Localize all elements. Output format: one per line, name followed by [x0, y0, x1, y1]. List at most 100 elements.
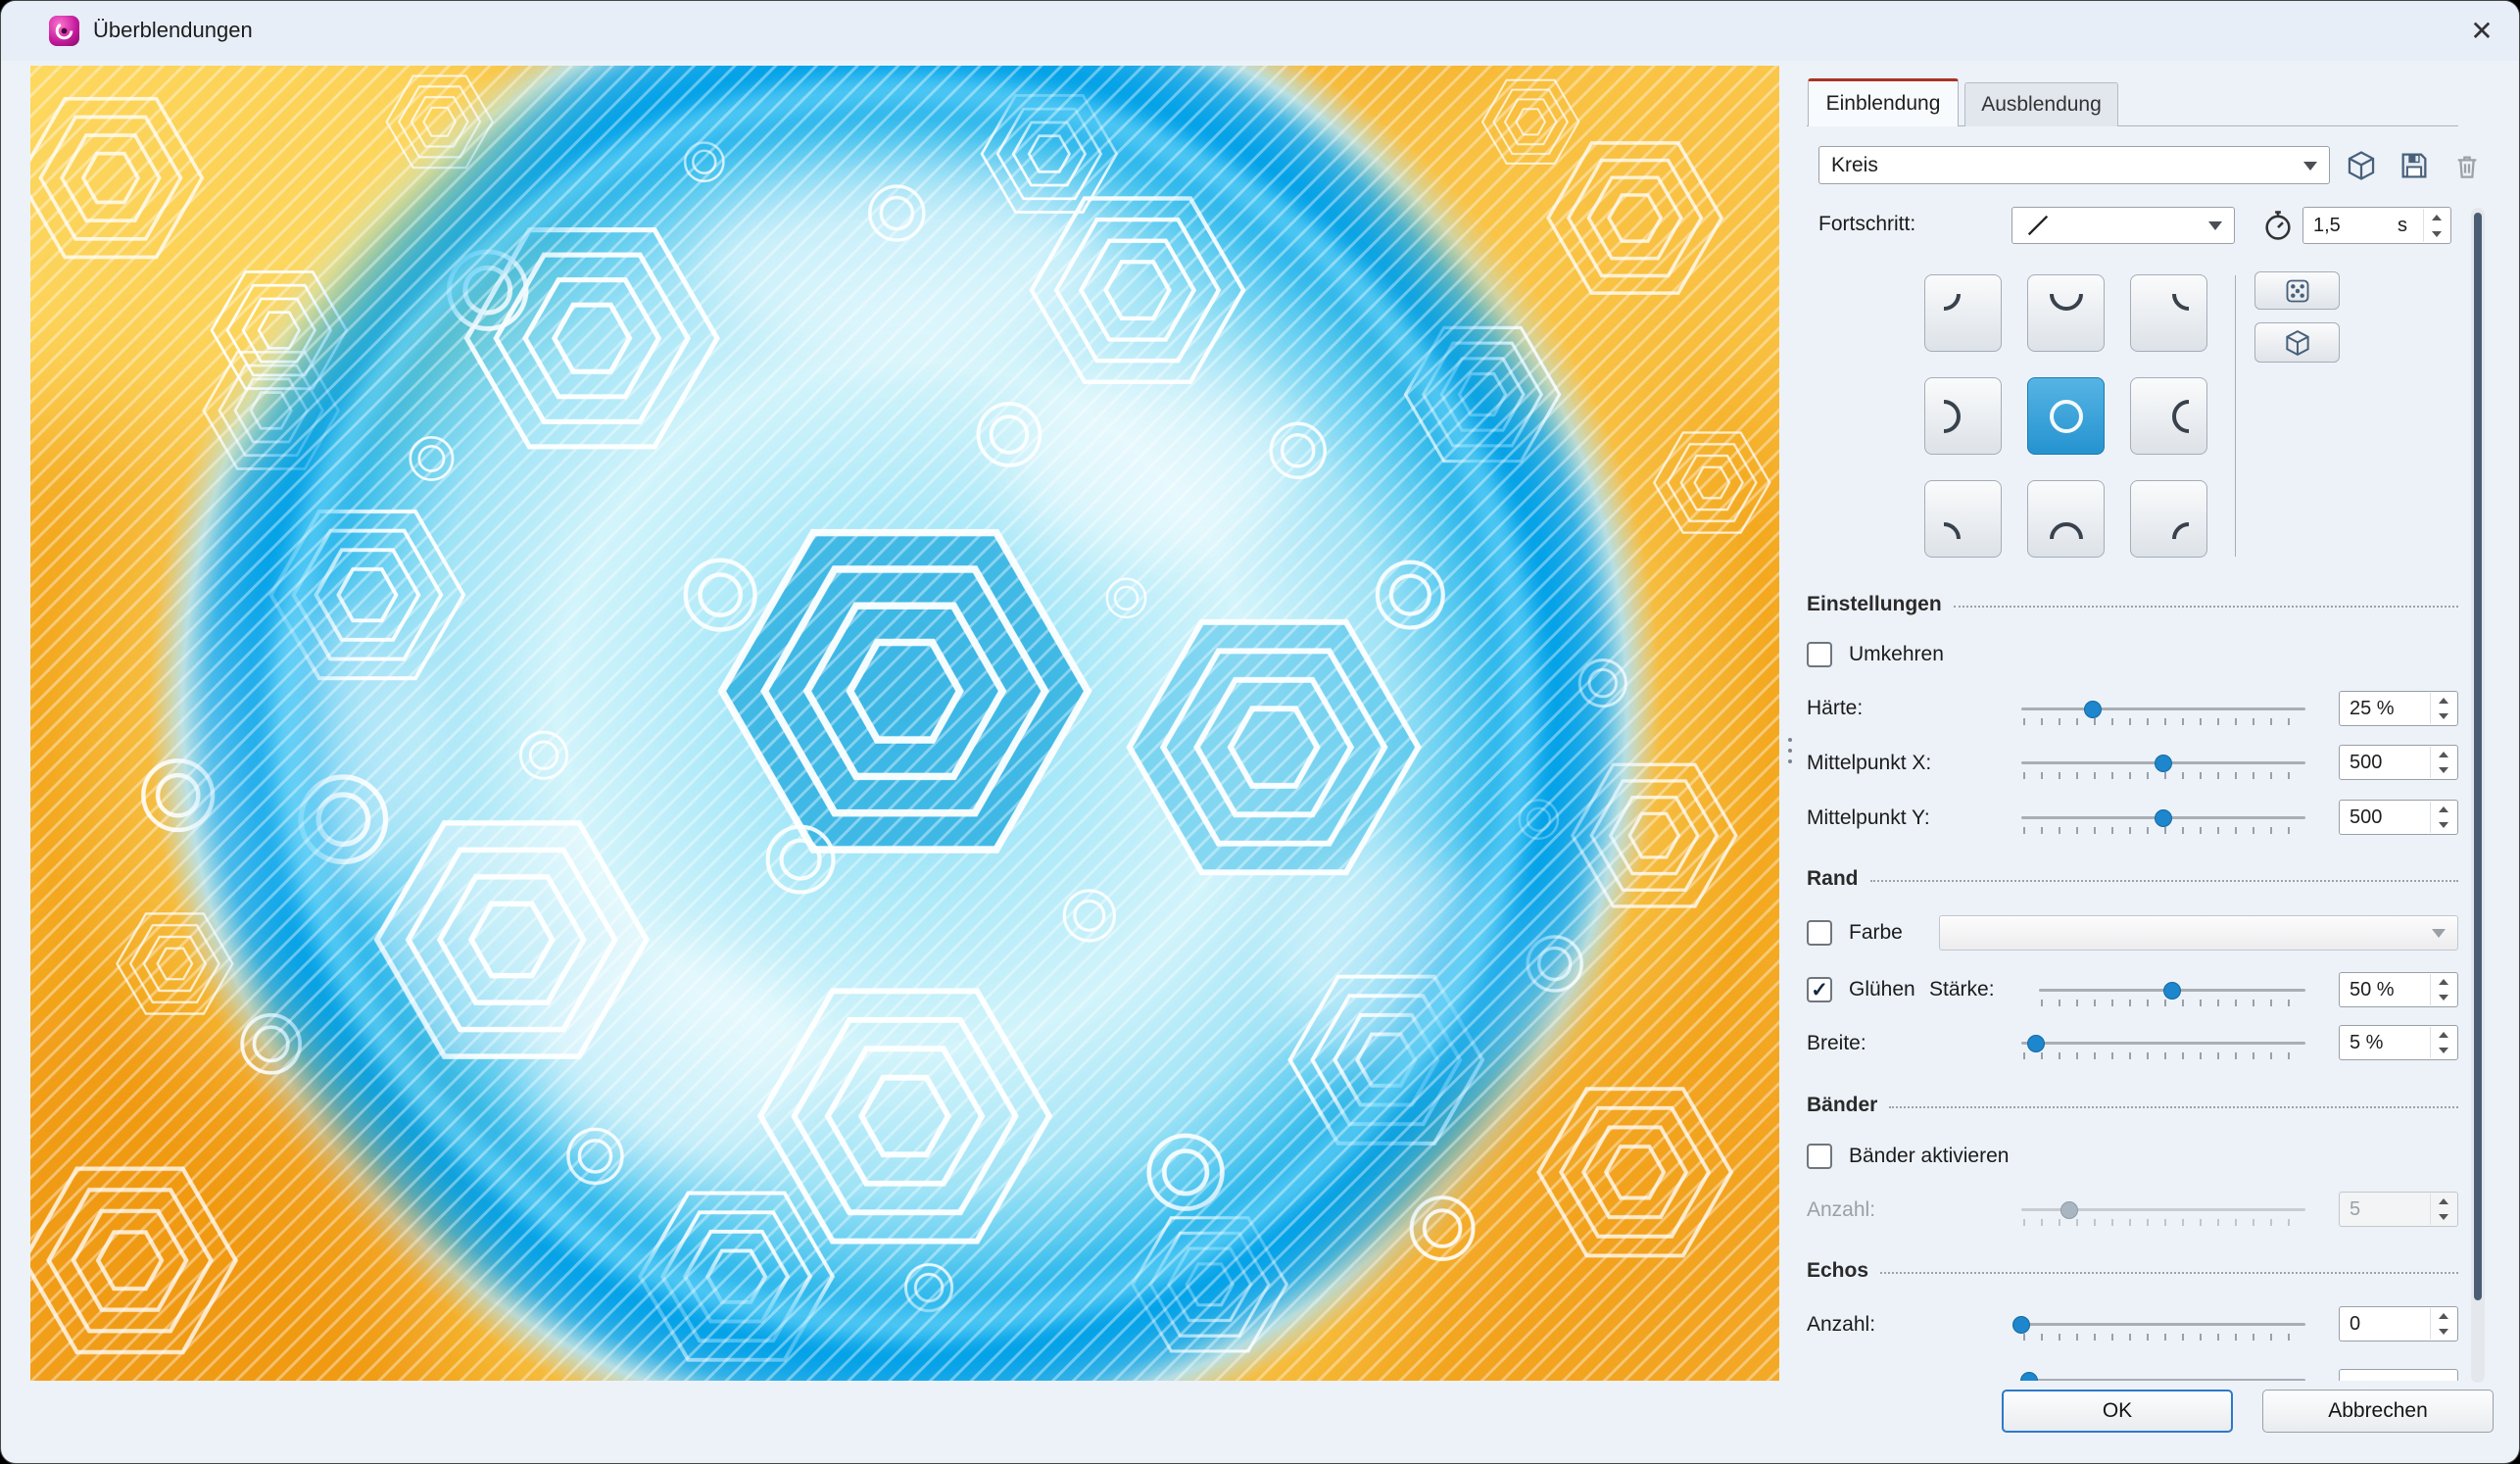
ueberblendungen-dialog: Überblendungen ✕ [0, 0, 2520, 1464]
close-icon[interactable]: ✕ [2456, 7, 2507, 54]
spin-down-icon[interactable] [2424, 225, 2449, 242]
haerte-slider[interactable] [2021, 700, 2305, 726]
chevron-down-icon [2432, 929, 2446, 938]
umkehren-checkbox[interactable] [1807, 642, 1832, 667]
spin-down-icon[interactable] [2431, 1043, 2456, 1058]
staerke-slider[interactable] [2039, 981, 2305, 1007]
baender-anzahl-slider-handle [2060, 1201, 2078, 1219]
trash-icon [2451, 151, 2483, 182]
chevron-down-icon [2208, 221, 2222, 230]
cancel-button[interactable]: Abbrechen [2262, 1390, 2494, 1433]
quarter-circle-top-right-icon [2150, 294, 2189, 333]
echos-anzahl-spinbox[interactable]: 0 [2339, 1306, 2458, 1342]
mittelpunkt-x-spinbox[interactable]: 500 [2339, 745, 2458, 780]
baender-anzahl-spinbox: 5 [2339, 1192, 2458, 1227]
dice-icon [2284, 277, 2311, 305]
spin-down-icon[interactable] [2431, 1324, 2456, 1340]
gluehen-label: Glühen [1849, 976, 1915, 1002]
grid-separator [2235, 275, 2236, 557]
farbe-combobox[interactable] [1939, 915, 2458, 951]
ok-button[interactable]: OK [2002, 1390, 2233, 1433]
breite-slider-handle[interactable] [2027, 1035, 2045, 1052]
spin-up-icon[interactable] [2431, 802, 2456, 817]
quarter-circle-bottom-left-icon [1944, 500, 1983, 539]
app-logo-icon [49, 16, 79, 46]
preset-combobox[interactable]: Kreis [1818, 146, 2330, 184]
staerke-label: Stärke: [1929, 976, 1995, 1002]
tab-ausblendung[interactable]: Ausblendung [1964, 82, 2118, 126]
half-circle-right-icon [2150, 397, 2189, 436]
spin-down-icon[interactable] [2431, 817, 2456, 833]
section-echos: Echos [1807, 1259, 2458, 1283]
window-title: Überblendungen [93, 18, 253, 43]
sidebar-scrollbar[interactable] [2471, 208, 2485, 1383]
direction-left-button[interactable] [1924, 377, 2002, 455]
spin-up-icon[interactable] [2431, 747, 2456, 762]
echos-anzahl-slider-handle[interactable] [2012, 1316, 2030, 1334]
section-rand: Rand [1807, 867, 2458, 891]
breite-label: Breite: [1807, 1030, 1866, 1056]
save-button[interactable] [2394, 146, 2435, 184]
direction-bottom-right-button[interactable] [2130, 480, 2207, 558]
half-circle-top-icon [2047, 294, 2086, 333]
full-circle-icon [2047, 397, 2086, 436]
mittelpunkt-x-slider[interactable] [2021, 754, 2305, 780]
half-circle-left-icon [1944, 397, 1983, 436]
mittelpunkt-y-slider-handle[interactable] [2155, 809, 2172, 827]
direction-top-right-button[interactable] [2130, 274, 2207, 352]
sidebar-scrollbar-thumb[interactable] [2474, 213, 2482, 1300]
duration-spinbox[interactable]: 1,5 s [2302, 207, 2451, 244]
random-button[interactable] [2254, 271, 2340, 310]
direction-bottom-button[interactable] [2027, 480, 2105, 558]
mittelpunkt-y-spinbox[interactable]: 500 [2339, 800, 2458, 835]
umkehren-label: Umkehren [1849, 641, 1944, 667]
mittelpunkt-y-label: Mittelpunkt Y: [1807, 805, 1930, 831]
farbe-checkbox[interactable] [1807, 920, 1832, 946]
echos-anzahl-label: Anzahl: [1807, 1311, 1875, 1338]
delete-button[interactable] [2448, 148, 2486, 184]
progress-curve-combobox[interactable] [2011, 207, 2235, 244]
stopwatch-icon [2261, 209, 2295, 242]
echos-anzahl-slider[interactable] [2021, 1315, 2305, 1342]
baender-aktivieren-label: Bänder aktivieren [1849, 1143, 2009, 1169]
duration-unit: s [2398, 215, 2407, 237]
mittelpunkt-y-slider[interactable] [2021, 808, 2305, 835]
linear-progress-icon [2024, 212, 2052, 239]
direction-bottom-left-button[interactable] [1924, 480, 2002, 558]
spin-up-icon[interactable] [2431, 693, 2456, 708]
haerte-spinbox[interactable]: 25 % [2339, 691, 2458, 726]
direction-center-button[interactable] [2027, 377, 2105, 455]
staerke-slider-handle[interactable] [2163, 982, 2181, 1000]
breite-slider[interactable] [2021, 1034, 2305, 1060]
duration-timer-button[interactable] [2258, 207, 2298, 244]
haerte-slider-handle[interactable] [2084, 701, 2102, 718]
staerke-spinbox[interactable]: 50 % [2339, 972, 2458, 1007]
chevron-down-icon [2303, 162, 2317, 171]
floppy-save-icon [2398, 149, 2431, 182]
section-baender: Bänder [1807, 1094, 2458, 1117]
direction-top-left-button[interactable] [1924, 274, 2002, 352]
spin-up-icon[interactable] [2424, 209, 2449, 225]
direction-top-button[interactable] [2027, 274, 2105, 352]
random-3d-button[interactable] [2254, 322, 2340, 363]
spin-up-icon[interactable] [2431, 1308, 2456, 1324]
haerte-label: Härte: [1807, 695, 1863, 721]
spin-up-icon[interactable] [2431, 974, 2456, 990]
gluehen-checkbox[interactable] [1807, 977, 1832, 1002]
half-circle-bottom-icon [2047, 500, 2086, 539]
spin-down-icon[interactable] [2431, 762, 2456, 778]
titlebar: Überblendungen ✕ [1, 1, 2519, 61]
3d-dice-icon [2283, 328, 2312, 358]
spin-up-icon[interactable] [2431, 1027, 2456, 1043]
library-button[interactable] [2341, 146, 2382, 184]
direction-right-button[interactable] [2130, 377, 2207, 455]
breite-spinbox[interactable]: 5 % [2339, 1025, 2458, 1060]
baender-aktivieren-checkbox[interactable] [1807, 1144, 1832, 1169]
spin-down-icon[interactable] [2431, 990, 2456, 1005]
mittelpunkt-x-slider-handle[interactable] [2155, 755, 2172, 772]
baender-anzahl-label: Anzahl: [1807, 1196, 1875, 1223]
tab-einblendung[interactable]: Einblendung [1808, 78, 1959, 126]
panel-splitter-handle[interactable] [1788, 738, 1792, 763]
quarter-circle-top-left-icon [1944, 294, 1983, 333]
spin-down-icon[interactable] [2431, 708, 2456, 724]
